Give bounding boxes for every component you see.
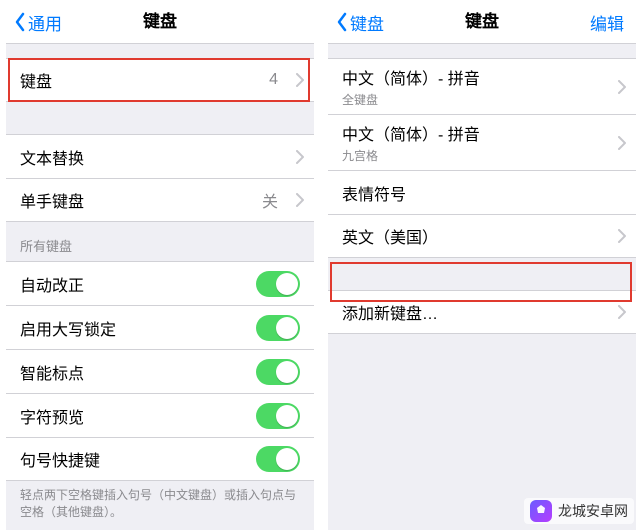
row-keyboard-zh-9grid[interactable]: 中文（简体）- 拼音 九宫格 — [328, 114, 636, 170]
row-label: 英文（美国） — [342, 224, 438, 248]
row-label: 键盘 — [20, 68, 52, 92]
chevron-right-icon — [296, 73, 304, 87]
footer-note: 轻点两下空格键插入句号（中文键盘）或插入句点与空格（其他键盘）。 — [6, 481, 314, 530]
watermark: 龙城安卓网 — [524, 498, 634, 524]
nav-title-left: 键盘 — [6, 0, 314, 44]
row-text-replacement[interactable]: 文本替换 — [6, 134, 314, 178]
left-screenshot: 通用 键盘 键盘 4 文本替换 单手键盘 — [6, 0, 314, 530]
switch-autocorrect[interactable] — [256, 271, 300, 297]
group-switches: 自动改正 启用大写锁定 智能标点 字符预览 句号快捷键 — [6, 261, 314, 481]
row-period-shortcut: 句号快捷键 — [6, 437, 314, 481]
row-label: 文本替换 — [20, 145, 84, 169]
row-label: 句号快捷键 — [20, 447, 100, 471]
switch-smart-punctuation[interactable] — [256, 359, 300, 385]
row-add-new-keyboard[interactable]: 添加新键盘… — [328, 290, 636, 334]
row-char-preview: 字符预览 — [6, 393, 314, 437]
switch-caps-lock[interactable] — [256, 315, 300, 341]
row-keyboard-en-us[interactable]: 英文（美国） — [328, 214, 636, 258]
row-caps-lock: 启用大写锁定 — [6, 305, 314, 349]
group-keyboard-list: 中文（简体）- 拼音 全键盘 中文（简体）- 拼音 九宫格 表情符号 英文（美国… — [328, 58, 636, 258]
row-sublabel: 全键盘 — [342, 91, 378, 108]
row-label: 字符预览 — [20, 404, 84, 428]
row-value: 4 — [269, 71, 278, 89]
group-keyboards-count: 键盘 4 — [6, 58, 314, 102]
group-add-keyboard: 添加新键盘… — [328, 290, 636, 334]
switch-char-preview[interactable] — [256, 403, 300, 429]
row-label: 单手键盘 — [20, 188, 84, 212]
row-label: 添加新键盘… — [342, 300, 438, 324]
row-label: 中文（简体）- 拼音 — [342, 121, 480, 145]
row-label: 自动改正 — [20, 272, 84, 296]
chevron-right-icon — [618, 80, 626, 94]
chevron-right-icon — [618, 305, 626, 319]
row-keyboard-zh-full[interactable]: 中文（简体）- 拼音 全键盘 — [328, 58, 636, 114]
row-keyboards[interactable]: 键盘 4 — [6, 58, 314, 102]
row-label: 智能标点 — [20, 360, 84, 384]
section-header-all-keyboards: 所有键盘 — [6, 222, 314, 261]
row-autocorrect: 自动改正 — [6, 261, 314, 305]
row-keyboard-emoji[interactable]: 表情符号 — [328, 170, 636, 214]
row-label: 中文（简体）- 拼音 — [342, 65, 480, 89]
chevron-right-icon — [618, 229, 626, 243]
row-label: 启用大写锁定 — [20, 316, 116, 340]
chevron-right-icon — [618, 136, 626, 150]
watermark-icon — [530, 500, 552, 522]
chevron-right-icon — [296, 150, 304, 164]
edit-button[interactable]: 编辑 — [590, 0, 624, 44]
group-text-settings: 文本替换 单手键盘 关 — [6, 134, 314, 222]
navbar-right: 键盘 键盘 编辑 — [328, 0, 636, 44]
panel-divider — [318, 0, 322, 530]
row-value: 关 — [262, 188, 278, 212]
switch-period-shortcut[interactable] — [256, 446, 300, 472]
row-one-handed[interactable]: 单手键盘 关 — [6, 178, 314, 222]
row-label: 表情符号 — [342, 181, 406, 205]
row-sublabel: 九宫格 — [342, 147, 378, 164]
navbar-left: 通用 键盘 — [6, 0, 314, 44]
right-screenshot: 键盘 键盘 编辑 中文（简体）- 拼音 全键盘 中文（简体）- 拼音 九宫格 — [328, 0, 636, 530]
edit-label: 编辑 — [590, 10, 624, 35]
row-smart-punctuation: 智能标点 — [6, 349, 314, 393]
chevron-right-icon — [296, 193, 304, 207]
watermark-text: 龙城安卓网 — [558, 501, 628, 521]
